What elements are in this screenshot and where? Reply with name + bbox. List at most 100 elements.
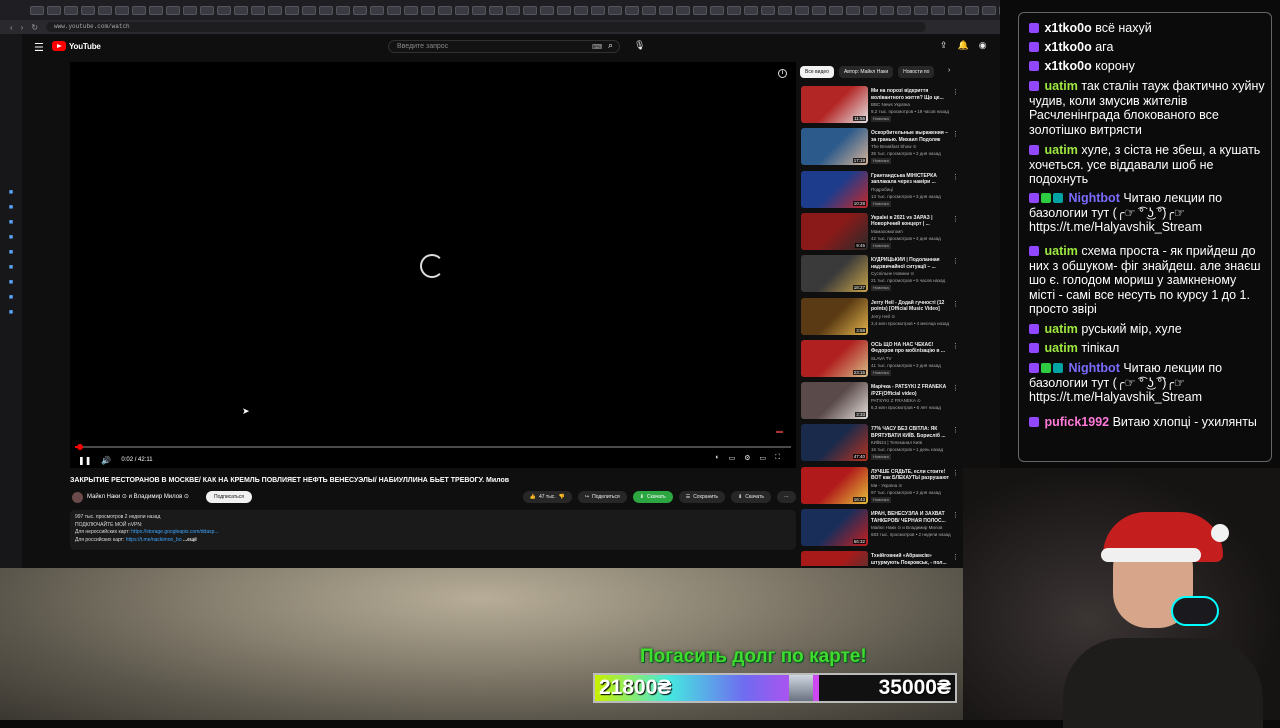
video-card-title[interactable]: Jerry Heil - Додай гучності (12 points) … xyxy=(871,300,951,313)
browser-tab[interactable] xyxy=(166,5,180,15)
recommendation-card[interactable]: 17:19 Оскорбительные выражения – за грань… xyxy=(800,128,962,168)
more-vert-icon[interactable]: ⋮ xyxy=(952,173,959,181)
recommendation-card[interactable]: 56:32 ИРАН, ВЕНЕСУЭЛА И ЗАХВАТ ТАНКЕРОВ/ … xyxy=(800,509,962,549)
sidebar-app-icon[interactable]: ■ xyxy=(7,249,15,257)
chat-username[interactable]: uatim xyxy=(1044,143,1077,157)
browser-tab[interactable] xyxy=(319,5,333,15)
browser-tab[interactable] xyxy=(438,5,452,15)
save-button[interactable]: ☰ Сохранить xyxy=(678,491,726,503)
browser-tab[interactable] xyxy=(64,5,78,15)
more-vert-icon[interactable]: ⋮ xyxy=(952,342,959,350)
browser-tab[interactable] xyxy=(744,5,758,15)
browser-tab[interactable] xyxy=(914,5,928,15)
browser-tab[interactable] xyxy=(846,5,860,15)
reload-icon[interactable]: ↻ xyxy=(31,23,38,32)
video-thumbnail[interactable]: 18:27 xyxy=(801,255,868,293)
more-vert-icon[interactable]: ⋮ xyxy=(952,511,959,519)
search-input[interactable]: Введите запрос xyxy=(388,40,620,53)
sidebar-app-icon[interactable]: ■ xyxy=(7,189,15,197)
browser-tab[interactable] xyxy=(897,5,911,15)
browser-tab[interactable] xyxy=(455,5,469,15)
video-card-channel[interactable]: PATSYKI Z FRANEKA ⊙ xyxy=(871,398,921,404)
download-button[interactable]: ⬇ Скачать xyxy=(731,491,771,503)
microphone-icon[interactable]: 🎙 xyxy=(634,40,645,51)
recommendation-card[interactable]: 11:56 Ми на порозі відкриття волівантного… xyxy=(800,86,962,126)
description-link[interactable]: https://storage.googleapis.com/ddasp... xyxy=(131,529,218,535)
browser-tab[interactable] xyxy=(132,5,146,15)
chat-username[interactable]: x1tko0o xyxy=(1044,59,1091,73)
green-download-button[interactable]: ⬇ Скачать xyxy=(632,491,673,503)
browser-tab[interactable] xyxy=(642,5,656,15)
browser-tab[interactable] xyxy=(727,5,741,15)
browser-tab-strip[interactable] xyxy=(0,0,1000,20)
browser-tab[interactable] xyxy=(115,5,129,15)
browser-tab[interactable] xyxy=(931,5,945,15)
browser-tab[interactable] xyxy=(336,5,350,15)
recommendation-card[interactable]: 3:33 Марічка - PATSYKI Z FRANEKA /PZF(Off… xyxy=(800,382,962,422)
browser-tab[interactable] xyxy=(149,5,163,15)
video-thumbnail[interactable] xyxy=(801,551,868,566)
chat-username[interactable]: uatim xyxy=(1044,322,1077,336)
video-card-title[interactable]: Марічка - PATSYKI Z FRANEKA /PZF(Officia… xyxy=(871,384,951,397)
video-card-title[interactable]: КУДРИЦЬКИЙ | Подоланная надзвичайної сит… xyxy=(871,257,951,270)
chip-all[interactable]: Все видео xyxy=(800,66,834,78)
browser-tab[interactable] xyxy=(200,5,214,15)
video-thumbnail[interactable]: 3:33 xyxy=(801,382,868,420)
video-thumbnail[interactable]: 16:43 xyxy=(801,466,868,504)
thumbs-down-icon[interactable]: 👎 xyxy=(559,491,565,503)
video-card-title[interactable]: ИРАН, ВЕНЕСУЭЛА И ЗАХВАТ ТАНКЕРОВ/ ЧЕРНА… xyxy=(871,511,951,524)
description-link[interactable]: https://t.me/nackimon_bo xyxy=(126,537,182,543)
browser-tab[interactable] xyxy=(98,5,112,15)
recommendation-card[interactable]: 10:28 Грантандська МІНІСТЕРКА заплакала ч… xyxy=(800,170,962,211)
video-card-channel[interactable]: BBC News Україна xyxy=(871,102,910,107)
recommendation-card[interactable]: Тхнійговний «Абрамсів» штурмують Покровс… xyxy=(800,551,962,566)
video-thumbnail[interactable]: 11:56 xyxy=(801,86,868,123)
browser-tab[interactable] xyxy=(829,5,843,15)
video-card-title[interactable]: Україні в 2021 vs ЗАРАЗ | Новорічний кон… xyxy=(871,215,951,228)
browser-tab[interactable] xyxy=(540,5,554,15)
recommendation-card[interactable]: 47:40 77% ЧАСУ БЕЗ СВІТЛА: ЯК ВРЯТУВАТИ К… xyxy=(800,424,962,464)
browser-tab[interactable] xyxy=(659,5,673,15)
browser-tab[interactable] xyxy=(268,5,282,15)
video-thumbnail[interactable]: 56:32 xyxy=(801,509,868,546)
browser-tab[interactable] xyxy=(472,5,486,15)
browser-tab[interactable] xyxy=(676,5,690,15)
video-thumbnail[interactable]: 9:45 xyxy=(801,212,868,250)
browser-tab[interactable] xyxy=(47,5,61,15)
autoplay-toggle-icon[interactable]: ◐ xyxy=(715,454,719,462)
chip-news[interactable]: Новости по xyxy=(898,66,935,78)
video-card-channel[interactable]: Подробиці xyxy=(871,187,893,192)
video-player[interactable]: i ➤ ▬ ❚❚ 🔊 0:02 / 42:11 ◐ ▭ ⚙ ▭ ⛶ xyxy=(70,62,796,468)
search-icon[interactable]: ⌕ xyxy=(608,40,613,51)
browser-tab[interactable] xyxy=(285,5,299,15)
video-thumbnail[interactable]: 3:58 xyxy=(801,297,868,335)
browser-tab[interactable] xyxy=(81,5,95,15)
more-vert-icon[interactable]: ⋮ xyxy=(952,384,959,392)
sidebar-app-icon[interactable]: ■ xyxy=(7,309,15,317)
browser-tab[interactable] xyxy=(217,5,231,15)
browser-tab[interactable] xyxy=(489,5,503,15)
upload-icon[interactable]: ⇪ xyxy=(940,40,948,51)
video-thumbnail[interactable]: 47:40 xyxy=(801,424,868,462)
share-button[interactable]: ↪ Поделиться xyxy=(577,491,627,503)
forward-icon[interactable]: › xyxy=(21,23,24,32)
sidebar-app-icon[interactable]: ■ xyxy=(7,204,15,212)
chat-username[interactable]: uatim xyxy=(1044,79,1077,93)
chat-username[interactable]: uatim xyxy=(1044,341,1077,355)
scrubber-handle[interactable] xyxy=(77,444,83,450)
sidebar-app-icon[interactable]: ■ xyxy=(7,264,15,272)
fullscreen-icon[interactable]: ⛶ xyxy=(775,454,780,462)
like-button[interactable]: 👍 47 тыс. 👎 xyxy=(522,491,572,503)
browser-tab[interactable] xyxy=(591,5,605,15)
back-icon[interactable]: ‹ xyxy=(10,23,13,32)
browser-tab[interactable] xyxy=(302,5,316,15)
browser-tab[interactable] xyxy=(880,5,894,15)
browser-tab[interactable] xyxy=(693,5,707,15)
browser-tab[interactable] xyxy=(608,5,622,15)
video-card-channel[interactable]: КИЇВ24 | Телеканал Київ xyxy=(871,440,922,445)
account-avatar-icon[interactable]: ◉ xyxy=(979,40,987,51)
video-thumbnail[interactable]: 17:19 xyxy=(801,128,868,166)
browser-tab[interactable] xyxy=(778,5,792,15)
video-card-channel[interactable]: Суспільне Новини ⊙ xyxy=(871,271,914,277)
video-card-title[interactable]: Грантандська МІНІСТЕРКА заплакала через … xyxy=(871,173,951,186)
